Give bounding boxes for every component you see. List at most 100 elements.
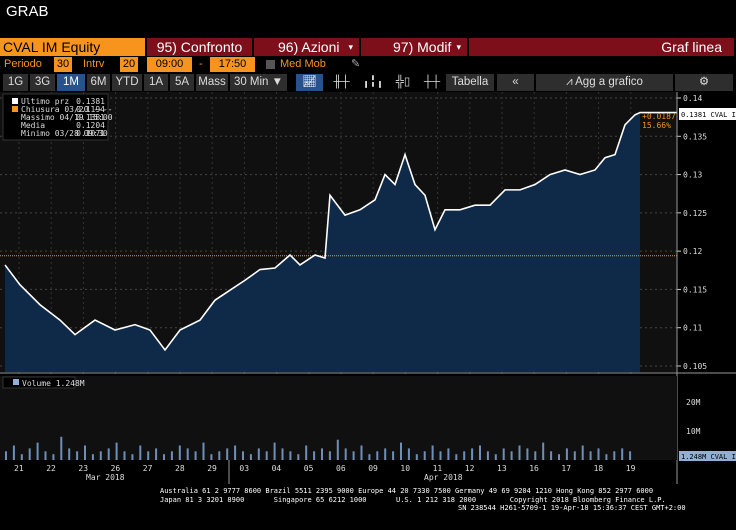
actions-menu[interactable]: 96) Azioni ▾ bbox=[254, 38, 359, 56]
legend-swatch bbox=[12, 98, 18, 104]
y-tick-label: 0.11 bbox=[683, 324, 702, 333]
x-tick-label: 06 bbox=[336, 464, 346, 473]
ohlc-icon[interactable]: ╫┼ bbox=[325, 74, 358, 91]
table-button[interactable]: Tabella bbox=[446, 74, 494, 91]
y-tick-label: 0.125 bbox=[683, 209, 707, 218]
range-YTD[interactable]: YTD bbox=[112, 74, 142, 91]
volume-bar bbox=[573, 451, 576, 460]
volume-bar bbox=[147, 451, 150, 460]
volume-bar bbox=[281, 448, 284, 460]
volume-bar bbox=[36, 442, 39, 460]
pencil-icon[interactable]: ✎ bbox=[351, 57, 360, 72]
volume-bar bbox=[423, 451, 426, 460]
volume-bar bbox=[273, 442, 276, 460]
range-1G[interactable]: 1G bbox=[3, 74, 28, 91]
volume-bar bbox=[542, 442, 545, 460]
footer-line1: Australia 61 2 9777 8600 Brazil 5511 239… bbox=[160, 487, 654, 495]
moving-avg-label: Med Mob bbox=[280, 58, 326, 70]
volume-bar bbox=[242, 451, 244, 460]
range-3G[interactable]: 3G bbox=[30, 74, 55, 91]
volume-bar bbox=[5, 451, 7, 460]
bar-icon[interactable]: ╻╏╻ bbox=[358, 74, 388, 91]
ticker-field[interactable]: CVAL IM Equity bbox=[0, 38, 145, 56]
volume-legend: Volume 1.248M bbox=[2, 376, 85, 389]
end-time-input[interactable]: 17:50 bbox=[210, 57, 255, 72]
x-tick-label: 04 bbox=[272, 464, 282, 473]
hilo-icon[interactable]: ┼┼ bbox=[418, 74, 446, 91]
x-tick-label: 16 bbox=[529, 464, 539, 473]
volume-bar bbox=[91, 454, 94, 460]
volume-bar bbox=[186, 448, 189, 460]
legend-swatch bbox=[12, 106, 18, 112]
bar-size-select[interactable]: 30 Min ▼ bbox=[230, 74, 287, 91]
x-tick-label: 11 bbox=[433, 464, 443, 473]
x-tick-label: 29 bbox=[207, 464, 217, 473]
volume-bar bbox=[431, 445, 434, 460]
legend-value: 0.1071 bbox=[76, 129, 105, 138]
volume-bar bbox=[597, 448, 600, 460]
volume-bar bbox=[328, 451, 331, 460]
line-chart-icon[interactable]: 📈︎ bbox=[296, 74, 323, 91]
volume-bar bbox=[502, 448, 505, 460]
volume-bar bbox=[68, 448, 71, 460]
volume-bar bbox=[565, 448, 568, 460]
price-tag-text: 0.1381 CVAL IM bbox=[681, 111, 736, 119]
volume-bar bbox=[139, 445, 142, 460]
interval-input[interactable]: 20 bbox=[120, 57, 138, 72]
x-tick-label: 23 bbox=[78, 464, 88, 473]
y-tick-label: 0.105 bbox=[683, 362, 707, 371]
price-chart[interactable]: 0.140.1350.130.1250.120.1150.110.105 21 2… bbox=[0, 92, 736, 484]
volume-bar bbox=[415, 454, 418, 460]
change-abs: +0.0187 bbox=[642, 112, 676, 121]
range-6M[interactable]: 6M bbox=[87, 74, 110, 91]
chart-type-label: Graf linea bbox=[469, 38, 734, 56]
volume-bar bbox=[479, 445, 481, 460]
period-label: Periodo bbox=[4, 58, 42, 70]
add-to-chart-button[interactable]: ⩘ Agg a grafico bbox=[536, 74, 673, 91]
x-tick-label: 10 bbox=[400, 464, 410, 473]
volume-bar bbox=[581, 445, 584, 460]
y-tick-label: 0.14 bbox=[683, 94, 702, 103]
price-axis: 0.14 0.135 0.13 0.125 0.12 0.115 0.11 0.105 bbox=[676, 92, 707, 484]
volume-bar bbox=[360, 445, 363, 460]
volume-bar bbox=[400, 442, 402, 460]
x-tick-label: 22 bbox=[46, 464, 56, 473]
volume-bar bbox=[376, 451, 379, 460]
month-label: Apr 2018 bbox=[424, 473, 463, 482]
change-pct: 15.66% bbox=[642, 121, 671, 130]
range-5A[interactable]: 5A bbox=[170, 74, 194, 91]
volume-bar bbox=[494, 454, 497, 460]
volume-bar bbox=[155, 448, 158, 460]
y-tick-label: 0.12 bbox=[683, 247, 702, 256]
compare-button[interactable]: 95) Confronto bbox=[147, 38, 252, 56]
start-time-input[interactable]: 09:00 bbox=[147, 57, 192, 72]
range-max[interactable]: Mass bbox=[196, 74, 228, 91]
settings-gear-icon[interactable]: ⚙ bbox=[675, 74, 733, 91]
range-1A[interactable]: 1A bbox=[144, 74, 168, 91]
volume-bar bbox=[226, 448, 229, 460]
x-tick-label: 18 bbox=[594, 464, 604, 473]
footer-line3: SN 238544 H261-5709-1 19-Apr-18 15:36:37… bbox=[458, 504, 686, 512]
volume-bar bbox=[384, 448, 387, 460]
period-input[interactable]: 30 bbox=[54, 57, 72, 72]
time-dash: - bbox=[199, 58, 203, 70]
volume-tick-20M: 20M bbox=[686, 398, 701, 407]
volume-bar bbox=[336, 439, 339, 460]
x-tick-label: 21 bbox=[14, 464, 24, 473]
moving-avg-checkbox[interactable] bbox=[266, 60, 275, 69]
candle-icon[interactable]: ╬▯ bbox=[388, 74, 418, 91]
volume-bar bbox=[558, 454, 560, 460]
volume-bar bbox=[123, 451, 126, 460]
volume-bar bbox=[107, 448, 110, 460]
volume-bar bbox=[510, 451, 513, 460]
x-tick-label: 28 bbox=[175, 464, 185, 473]
collapse-button[interactable]: « bbox=[497, 74, 534, 91]
volume-bar bbox=[550, 451, 553, 460]
range-1M[interactable]: 1M bbox=[57, 74, 85, 91]
edit-menu[interactable]: 97) Modif ▾ bbox=[361, 38, 467, 56]
dropdown-icon: ▾ bbox=[456, 42, 461, 52]
volume-bar bbox=[178, 445, 181, 460]
volume-bar bbox=[629, 451, 632, 460]
volume-bar bbox=[20, 454, 23, 460]
x-tick-label: 17 bbox=[561, 464, 571, 473]
